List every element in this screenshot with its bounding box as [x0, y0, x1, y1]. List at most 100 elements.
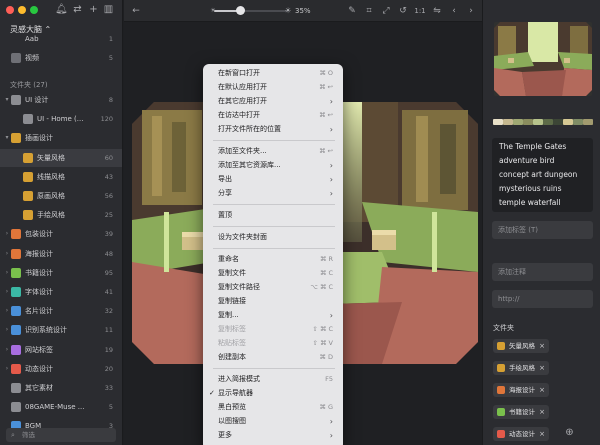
add-tag-input[interactable]: 添加标签 (T) [492, 221, 593, 239]
color-swatch[interactable] [583, 119, 593, 125]
zoom-in-icon[interactable]: ☀ [282, 5, 294, 17]
sidebar-folder-item[interactable]: ▾ 插画设计 [0, 129, 122, 147]
folder-chip[interactable]: 矢量风格 × [493, 339, 549, 353]
minimize-window-button[interactable] [18, 6, 26, 14]
context-menu-item[interactable]: ✓ 显示导航器 [207, 387, 339, 400]
remove-folder-icon[interactable]: × [539, 339, 545, 353]
color-swatch[interactable] [533, 119, 543, 125]
context-menu-item[interactable]: 添加至文件夹... ⌘ ↩ [207, 145, 339, 158]
sidebar-folder-item[interactable]: › 网站标签 19 [0, 341, 122, 359]
context-menu-item[interactable]: 设为文件夹封面 [207, 231, 339, 244]
close-window-button[interactable] [6, 6, 14, 14]
context-menu-item[interactable]: 分享 › [207, 187, 339, 200]
remove-folder-icon[interactable]: × [539, 405, 545, 419]
tag-item[interactable]: adventure bird [499, 156, 554, 165]
add-folder-icon[interactable]: ⊕ [564, 427, 575, 438]
sidebar-item-video[interactable]: 视频 5 [0, 49, 122, 67]
sidebar-folder-item[interactable]: 矢量风格 60 [0, 148, 122, 167]
chevron-icon[interactable]: › [4, 225, 10, 243]
flip-icon[interactable]: ⇋ [431, 5, 443, 17]
context-menu-item[interactable]: 打开文件所在的位置 › [207, 123, 339, 136]
crop-icon[interactable]: ⌗ [363, 5, 375, 17]
add-note-input[interactable]: 添加注释 [492, 263, 593, 281]
context-menu-item[interactable]: 复制链接 [207, 295, 339, 308]
chevron-icon[interactable]: ▾ [4, 91, 10, 109]
sidebar-folder-item[interactable]: › 包装设计 39 [0, 225, 122, 243]
pencil-icon[interactable]: ✎ [346, 5, 358, 17]
sidebar-folder-item[interactable]: › 名片设计 32 [0, 302, 122, 320]
url-input[interactable]: http:// [492, 290, 593, 308]
swap-icon[interactable]: ⇄ [72, 4, 83, 15]
context-menu-item[interactable]: 复制文件 ⌘ C [207, 267, 339, 280]
color-swatch[interactable] [543, 119, 553, 125]
sidebar-item-partial[interactable]: Aab 1 [0, 35, 122, 45]
context-menu-item[interactable]: 在访达中打开 ⌘ ↩ [207, 109, 339, 122]
chevron-icon[interactable]: › [4, 283, 10, 301]
color-swatch[interactable] [503, 119, 513, 125]
context-menu-item[interactable]: 更多 › [207, 429, 339, 442]
sidebar-folder-item[interactable]: UI - Home (... 120 [0, 110, 122, 128]
context-menu-item[interactable]: 在新窗口打开 ⌘ O [207, 67, 339, 80]
folder-chip[interactable]: 海报设计 × [493, 383, 549, 397]
sidebar-folder-item[interactable]: 08GAME-Muse ... 5 [0, 398, 122, 416]
sidebar-folder-item[interactable]: 手绘风格 25 [0, 206, 122, 224]
color-swatch[interactable] [513, 119, 523, 125]
chevron-icon[interactable]: › [4, 321, 10, 339]
context-menu-item[interactable]: 置顶 [207, 209, 339, 222]
back-arrow-icon[interactable]: ← [130, 5, 142, 17]
next-icon[interactable]: › [465, 5, 477, 17]
chevron-icon[interactable]: › [4, 341, 10, 359]
remove-folder-icon[interactable]: × [539, 383, 545, 397]
context-menu-item[interactable]: 以图搜图 › [207, 415, 339, 428]
context-menu-item[interactable]: 在默认应用打开 ⌘ ↩ [207, 81, 339, 94]
chevron-icon[interactable]: ▾ [4, 129, 10, 147]
zoom-slider[interactable] [214, 10, 288, 12]
bell-icon[interactable]: 🔔︎ [55, 4, 68, 15]
library-switcher[interactable]: 灵感大脑 ⌃ [10, 24, 51, 35]
sidebar-folder-item[interactable]: › 书籍设计 95 [0, 264, 122, 282]
context-menu-item[interactable]: 黑白预览 ⌘ G [207, 401, 339, 414]
context-menu-item[interactable]: 添加至其它资源库... › [207, 159, 339, 172]
filter-input[interactable]: ⌕ 筛选 [6, 428, 116, 442]
context-menu-item[interactable]: 复制文件路径 ⌥ ⌘ C [207, 281, 339, 294]
sidebar-folder-item[interactable]: › 海报设计 48 [0, 245, 122, 263]
context-menu-item[interactable]: 重命名 ⌘ R [207, 253, 339, 266]
preview-thumbnail[interactable] [494, 22, 592, 96]
sidebar-folder-item[interactable]: 原画风格 56 [0, 187, 122, 205]
sidebar-folder-item[interactable]: › 识别系统设计 11 [0, 321, 122, 339]
tag-item[interactable]: temple waterfall [499, 198, 560, 207]
sidebar-folder-item[interactable]: 其它素材 33 [0, 379, 122, 397]
folder-chip[interactable]: 动态设计 × [493, 427, 549, 441]
color-swatch[interactable] [573, 119, 583, 125]
plus-icon[interactable]: + [88, 4, 99, 15]
tag-item[interactable]: mysterious ruins [499, 184, 562, 193]
tag-item[interactable]: The Temple Gates [499, 142, 566, 151]
remove-folder-icon[interactable]: × [539, 361, 545, 375]
color-swatch[interactable] [563, 119, 573, 125]
sidebar-folder-item[interactable]: 线描风格 43 [0, 168, 122, 186]
context-menu-item[interactable]: 进入简报模式 F5 [207, 373, 339, 386]
context-menu-item[interactable]: 导出 › [207, 173, 339, 186]
color-swatch[interactable] [493, 119, 503, 125]
fit-screen-icon[interactable]: ⤢ [380, 5, 392, 17]
color-swatch[interactable] [553, 119, 563, 125]
previous-icon[interactable]: ‹ [448, 5, 460, 17]
chevron-icon[interactable]: › [4, 264, 10, 282]
context-menu-item[interactable]: 创建副本 ⌘ D [207, 351, 339, 364]
maximize-window-button[interactable] [30, 6, 38, 14]
chevron-icon[interactable]: › [4, 245, 10, 263]
sidebar-folder-item[interactable]: ▾ UI 设计 8 [0, 91, 122, 109]
sidebar-folder-item[interactable]: › 字体设计 41 [0, 283, 122, 301]
color-swatch[interactable] [523, 119, 533, 125]
remove-folder-icon[interactable]: × [539, 427, 545, 441]
sidebar-folder-item[interactable]: › 动态设计 20 [0, 360, 122, 378]
actual-size-icon[interactable]: 1:1 [414, 5, 426, 17]
tags-list[interactable]: The Temple Gates adventure bird concept ar… [492, 138, 593, 212]
folder-chip[interactable]: 手绘风格 × [493, 361, 549, 375]
tag-item[interactable]: concept art dungeon [499, 170, 577, 179]
chevron-icon[interactable]: › [4, 302, 10, 320]
context-menu-item[interactable]: 在其它应用打开 › [207, 95, 339, 108]
chevron-icon[interactable]: › [4, 360, 10, 378]
zoom-slider-handle[interactable] [235, 6, 245, 15]
rotate-icon[interactable]: ↺ [397, 5, 409, 17]
